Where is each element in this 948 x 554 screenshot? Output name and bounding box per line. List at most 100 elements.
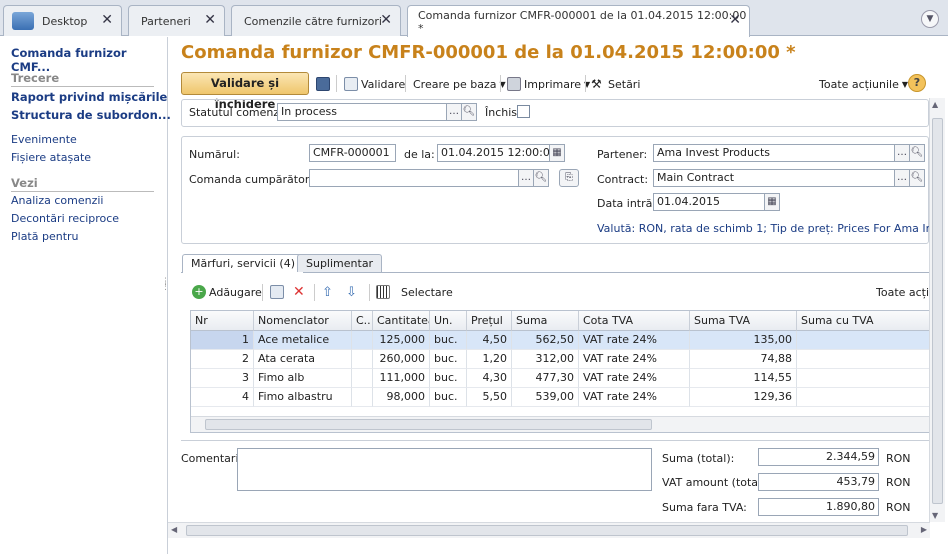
- currency-label: RON: [886, 452, 911, 465]
- toolbar-divider: [585, 75, 586, 92]
- sidebar-group-vezi: Vezi: [11, 176, 154, 192]
- column-header[interactable]: Nomenclator: [254, 311, 352, 331]
- tab-comenzile[interactable]: Comenzile către furnizori ✕: [231, 5, 401, 36]
- cell-sum-vat: [797, 331, 929, 350]
- cell-sum-vat: [797, 369, 929, 388]
- scrollbar-thumb[interactable]: [932, 118, 943, 504]
- ellipsis-button[interactable]: …: [894, 144, 910, 162]
- number-field[interactable]: CMFR-000001: [309, 144, 396, 162]
- open-document-icon[interactable]: ⎘: [559, 169, 579, 187]
- tab-additional[interactable]: Suplimentar: [297, 254, 383, 272]
- date-label: de la:: [404, 148, 435, 161]
- cell-unit: buc.: [430, 369, 467, 388]
- status-field[interactable]: In process: [277, 103, 447, 121]
- cell-price: 5,50: [467, 388, 512, 407]
- sidebar-link-decontari[interactable]: Decontări reciproce: [11, 212, 119, 225]
- search-icon[interactable]: 🔍︎: [909, 169, 925, 187]
- create-based-on-button[interactable]: Creare pe baza ▼: [413, 73, 506, 95]
- column-header[interactable]: Cota TVA: [579, 311, 690, 331]
- partner-field[interactable]: Ama Invest Products: [653, 144, 895, 162]
- sidebar-link-evenimente[interactable]: Evenimente: [11, 133, 77, 146]
- sidebar-doc-title[interactable]: Comanda furnizor CMF...: [11, 46, 167, 74]
- save-button[interactable]: [316, 73, 333, 95]
- search-icon[interactable]: 🔍︎: [533, 169, 549, 187]
- comment-field[interactable]: [237, 448, 652, 491]
- table-all-actions-menu[interactable]: Toate acțiu: [876, 281, 929, 303]
- settings-label: Setări: [608, 77, 641, 91]
- sidebar-link-raport[interactable]: Raport privind mișcările: [11, 90, 167, 104]
- delete-icon[interactable]: ✕: [293, 281, 305, 303]
- splitter-handle[interactable]: ⋮⋮: [161, 278, 170, 302]
- column-header[interactable]: Suma: [512, 311, 579, 331]
- print-button[interactable]: Imprimare ▼: [507, 73, 590, 95]
- move-down-icon[interactable]: ⇩: [346, 281, 357, 303]
- entry-date-field[interactable]: 01.04.2015: [653, 193, 765, 211]
- sidebar-link-fisiere[interactable]: Fișiere atașate: [11, 151, 91, 164]
- cell-unit: buc.: [430, 350, 467, 369]
- cell-vat-sum: 74,88: [690, 350, 797, 369]
- tab-comanda-furnizor[interactable]: Comanda furnizor CMFR-000001 de la 01.04…: [407, 5, 750, 37]
- select-button[interactable]: Selectare: [376, 281, 453, 303]
- sidebar-link-structura[interactable]: Structura de subordon...: [11, 108, 171, 122]
- cell-qty: 111,000: [373, 369, 430, 388]
- tab-bar: Desktop ✕ Parteneri ✕ Comenzile către fu…: [0, 0, 948, 37]
- column-header[interactable]: Un.: [430, 311, 467, 331]
- horizontal-scrollbar[interactable]: ◀ ▶: [168, 522, 930, 538]
- validate-button[interactable]: Validare: [344, 73, 405, 95]
- column-header[interactable]: Prețul: [467, 311, 512, 331]
- search-icon[interactable]: 🔍︎: [461, 103, 477, 121]
- cell-vat-sum: 129,36: [690, 388, 797, 407]
- scroll-left-icon[interactable]: ◀: [171, 525, 177, 534]
- closed-checkbox[interactable]: [517, 105, 530, 118]
- column-header[interactable]: Suma TVA: [690, 311, 797, 331]
- close-icon[interactable]: ✕: [101, 13, 113, 27]
- post-and-close-button[interactable]: Validare și închidere: [181, 72, 309, 111]
- cell-unit: buc.: [430, 388, 467, 407]
- sidebar-link-plata[interactable]: Plată pentru: [11, 230, 79, 243]
- column-header[interactable]: Nr: [191, 311, 254, 331]
- vat-total-field[interactable]: 453,79: [758, 473, 879, 491]
- scroll-down-icon[interactable]: ▼: [932, 511, 938, 520]
- partner-label: Partener:: [597, 148, 648, 161]
- search-icon[interactable]: 🔍︎: [909, 144, 925, 162]
- copy-row-button[interactable]: [270, 281, 287, 303]
- close-icon[interactable]: ✕: [729, 13, 741, 27]
- scroll-right-icon[interactable]: ▶: [921, 525, 927, 534]
- settings-button[interactable]: ⚒ Setări: [591, 73, 640, 95]
- tab-desktop[interactable]: Desktop ✕: [3, 5, 122, 36]
- scroll-up-icon[interactable]: ▲: [932, 100, 938, 109]
- vat-total-label: VAT amount (total):: [662, 476, 770, 489]
- scrollbar-thumb[interactable]: [205, 419, 652, 430]
- cell-c: [352, 350, 373, 369]
- vertical-scrollbar[interactable]: ▲ ▼: [929, 98, 945, 522]
- chevron-down-icon[interactable]: ▼: [921, 10, 939, 28]
- column-header[interactable]: Suma cu TVA: [797, 311, 929, 331]
- calendar-icon[interactable]: ▦: [764, 193, 780, 211]
- ellipsis-button[interactable]: …: [518, 169, 534, 187]
- column-header[interactable]: C..: [352, 311, 373, 331]
- column-header[interactable]: Cantitatea: [373, 311, 430, 331]
- date-field[interactable]: 01.04.2015 12:00:00: [437, 144, 550, 162]
- net-total-field[interactable]: 1.890,80: [758, 498, 879, 516]
- table-horizontal-scrollbar[interactable]: [191, 416, 929, 432]
- all-actions-menu[interactable]: Toate acțiunile ▼: [819, 73, 908, 95]
- customer-order-field[interactable]: [309, 169, 519, 187]
- help-button[interactable]: ?: [908, 74, 926, 92]
- calendar-icon[interactable]: ▦: [549, 144, 565, 162]
- tab-parteneri[interactable]: Parteneri ✕: [128, 5, 225, 36]
- currency-info-link[interactable]: Valută: RON, rata de schimb 1; Tip de pr…: [597, 222, 929, 235]
- ellipsis-button[interactable]: …: [446, 103, 462, 121]
- total-field[interactable]: 2.344,59: [758, 448, 879, 466]
- close-icon[interactable]: ✕: [380, 13, 392, 27]
- ellipsis-button[interactable]: …: [894, 169, 910, 187]
- add-row-button[interactable]: + Adăugare: [192, 281, 262, 303]
- cell-sum-vat: [797, 350, 929, 369]
- sidebar-link-analiza[interactable]: Analiza comenzii: [11, 194, 103, 207]
- scrollbar-thumb[interactable]: [186, 525, 908, 536]
- contract-field[interactable]: Main Contract: [653, 169, 895, 187]
- save-icon: [316, 77, 330, 91]
- move-up-icon[interactable]: ⇧: [322, 281, 333, 303]
- cell-nr: 1: [191, 331, 254, 350]
- close-icon[interactable]: ✕: [204, 13, 216, 27]
- tab-goods-services[interactable]: Mărfuri, servicii (4): [182, 254, 304, 273]
